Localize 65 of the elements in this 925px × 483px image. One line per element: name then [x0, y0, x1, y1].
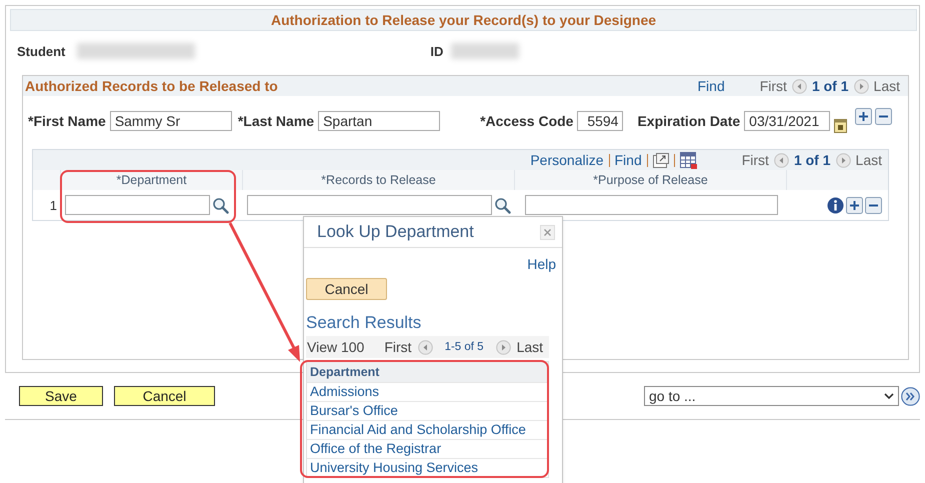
- dialog-title: Look Up Department: [317, 222, 474, 242]
- input-field[interactable]: [247, 195, 492, 215]
- row-number: 1: [50, 198, 57, 212]
- search-icon[interactable]: [494, 196, 511, 214]
- result-link[interactable]: Bursar's Office: [310, 403, 398, 418]
- go-icon[interactable]: [901, 386, 920, 406]
- close-icon[interactable]: [540, 224, 555, 240]
- last-label: Last: [856, 152, 882, 168]
- field-label: *Last Name: [238, 113, 314, 129]
- add-row-icon[interactable]: [846, 196, 863, 214]
- input-field[interactable]: Sammy Sr: [110, 111, 232, 131]
- previous-icon[interactable]: [774, 152, 789, 168]
- result-link[interactable]: Office of the Registrar: [310, 441, 442, 456]
- column-header: *Purpose of Release: [593, 173, 708, 187]
- calendar-icon[interactable]: [834, 118, 848, 132]
- blurred-id: [451, 43, 520, 59]
- go-to-dropdown[interactable]: go to ...: [644, 386, 899, 406]
- zoom-window-icon[interactable]: [652, 152, 669, 168]
- last-label: Last: [874, 78, 900, 94]
- result-link[interactable]: University Housing Services: [310, 460, 478, 475]
- result-link[interactable]: Admissions: [310, 384, 380, 399]
- personalize-link[interactable]: Personalize: [530, 152, 604, 168]
- page-count: 1 of 1: [794, 152, 831, 168]
- section-title: Authorized Records to be Released to: [25, 78, 278, 94]
- first-label: First: [742, 152, 769, 168]
- last-label: Last: [516, 339, 544, 355]
- next-icon[interactable]: [836, 152, 851, 168]
- next-icon[interactable]: [854, 78, 869, 94]
- result-link[interactable]: Financial Aid and Scholarship Office: [310, 422, 526, 437]
- find-link[interactable]: Find: [698, 78, 725, 94]
- search-results-heading: Search Results: [306, 313, 422, 333]
- field-label: *Access Code: [480, 113, 574, 129]
- spreadsheet-icon[interactable]: [680, 152, 697, 168]
- info-icon[interactable]: [827, 196, 844, 214]
- next-icon[interactable]: [496, 340, 511, 354]
- find-link[interactable]: Find: [614, 152, 642, 168]
- field-label: Expiration Date: [637, 113, 740, 129]
- page-count: 1 of 1: [812, 78, 849, 94]
- id-label: ID: [430, 44, 444, 58]
- delete-row-icon[interactable]: [875, 108, 892, 125]
- student-label: Student: [17, 44, 66, 58]
- field-label: *First Name: [28, 113, 106, 129]
- column-header: *Records to Release: [321, 173, 436, 187]
- previous-icon[interactable]: [792, 78, 807, 94]
- cancel-button[interactable]: Cancel: [306, 278, 387, 300]
- first-label: First: [760, 78, 787, 94]
- column-header: Department: [307, 362, 548, 382]
- previous-icon[interactable]: [418, 340, 433, 354]
- view-all-label: View 100: [307, 339, 364, 355]
- save-button[interactable]: Save: [19, 386, 103, 406]
- column-header: *Department: [116, 173, 187, 187]
- input-field[interactable]: [525, 195, 778, 215]
- help-link[interactable]: Help: [527, 256, 556, 272]
- delete-row-icon[interactable]: [865, 196, 882, 214]
- input-field[interactable]: [65, 195, 210, 215]
- page-title: Authorization to Release your Record(s) to your Designee: [270, 12, 656, 28]
- input-field[interactable]: Spartan: [318, 111, 440, 131]
- first-label: First: [384, 339, 412, 355]
- date-field[interactable]: 03/31/2021: [744, 111, 830, 131]
- page-count: 1-5 of 5: [444, 341, 484, 353]
- chevron-down-icon: [884, 393, 894, 399]
- add-row-icon[interactable]: [855, 108, 872, 125]
- cancel-button[interactable]: Cancel: [114, 386, 215, 406]
- input-field[interactable]: 5594: [577, 111, 624, 131]
- search-icon[interactable]: [212, 196, 229, 214]
